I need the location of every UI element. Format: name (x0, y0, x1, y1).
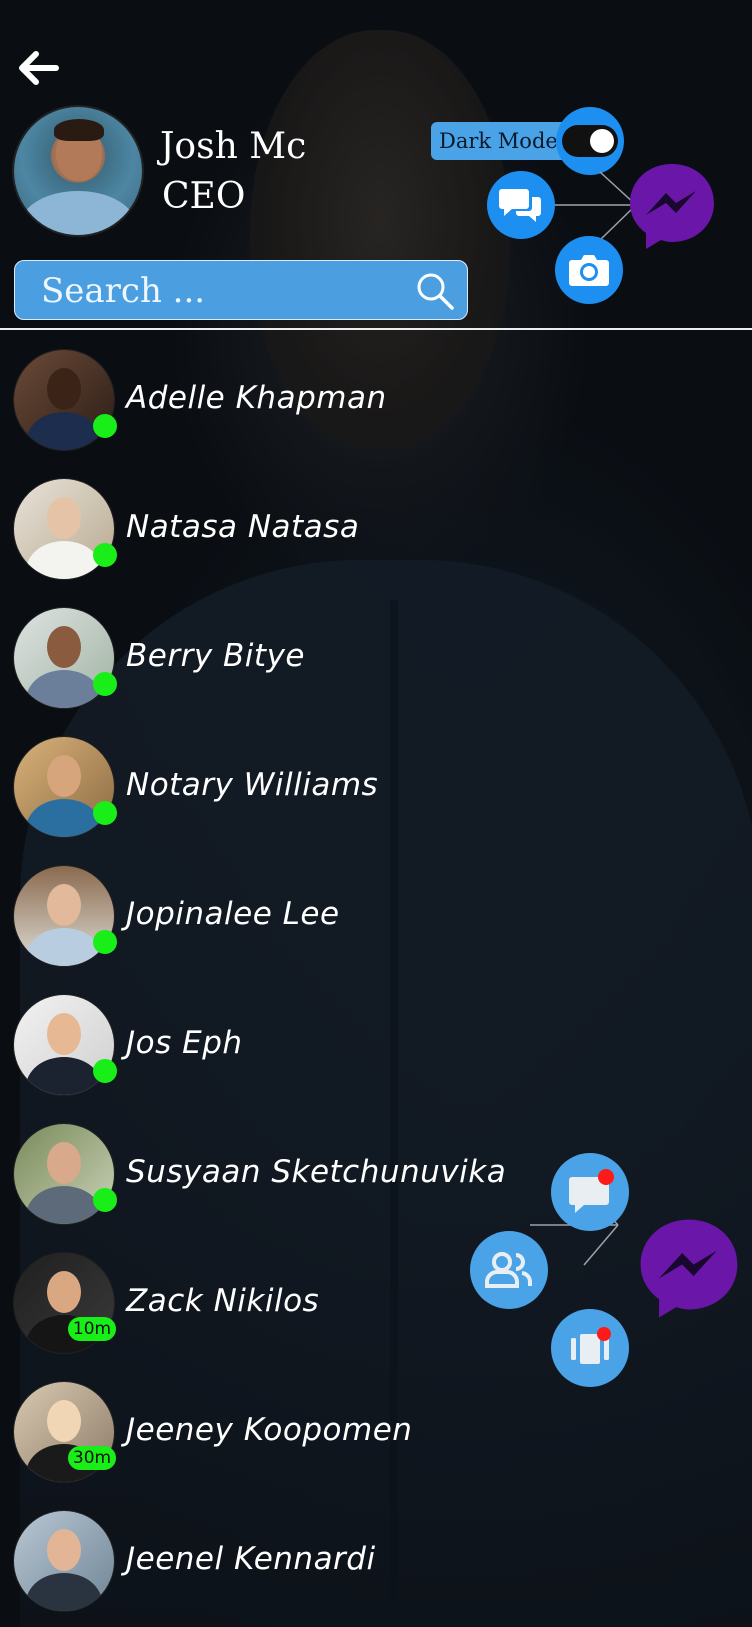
online-status-dot (93, 1188, 117, 1212)
contact-item[interactable]: Natasa Natasa (0, 475, 470, 585)
camera-icon (569, 255, 609, 286)
contact-name: Notary Williams (126, 767, 379, 803)
message-notification-icon (569, 1169, 614, 1213)
online-status-dot (93, 543, 117, 567)
contact-item[interactable]: Susyaan Sketchunuvika (0, 1120, 506, 1230)
contact-name: Natasa Natasa (126, 509, 360, 545)
online-status-dot (93, 672, 117, 696)
contact-item[interactable]: Berry Bitye (0, 604, 470, 714)
arrow-left-icon[interactable] (18, 50, 60, 86)
search-icon[interactable] (415, 271, 455, 311)
stories-notification-icon (571, 1327, 611, 1364)
last-seen-badge: 30m (68, 1446, 116, 1470)
contact-name: Adelle Khapman (126, 380, 387, 416)
contact-item[interactable]: 10m Zack Nikilos (0, 1249, 470, 1359)
online-status-dot (93, 1059, 117, 1083)
chat-bubbles-icon (499, 189, 541, 222)
contact-name: Jeeney Koopomen (126, 1412, 413, 1448)
contact-item[interactable]: Jos Eph (0, 991, 470, 1101)
contact-avatar (14, 1511, 114, 1611)
contact-item[interactable]: Jopinalee Lee (0, 862, 470, 972)
contact-item[interactable]: 30m Jeeney Koopomen (0, 1378, 470, 1488)
messenger-icon[interactable] (626, 160, 718, 252)
stories-button[interactable] (551, 1309, 629, 1387)
online-status-dot (93, 801, 117, 825)
contact-name: Berry Bitye (126, 638, 305, 674)
contact-name: Zack Nikilos (126, 1283, 320, 1319)
groups-button[interactable] (470, 1231, 548, 1309)
contact-item[interactable]: Adelle Khapman (0, 346, 470, 456)
contact-name: Susyaan Sketchunuvika (126, 1154, 507, 1190)
online-status-dot (93, 930, 117, 954)
camera-button[interactable] (555, 236, 623, 304)
last-seen-badge: 10m (68, 1317, 116, 1341)
contact-item[interactable]: Notary Williams (0, 733, 470, 843)
chat-button[interactable] (487, 171, 555, 239)
contact-name: Jopinalee Lee (126, 896, 340, 932)
messages-button[interactable] (551, 1153, 629, 1231)
divider (0, 328, 752, 330)
groups-icon (485, 1252, 533, 1288)
contact-name: Jos Eph (126, 1025, 243, 1061)
contact-item[interactable]: Jeenel Kennardi (0, 1507, 470, 1617)
toggle-knob (590, 129, 614, 153)
search-input[interactable] (39, 267, 413, 315)
online-status-dot (93, 414, 117, 438)
profile-role: CEO (162, 176, 246, 217)
dark-mode-toggle[interactable] (562, 125, 618, 157)
messenger-icon[interactable] (636, 1214, 742, 1322)
profile-name: Josh Mc (160, 126, 307, 167)
profile-avatar[interactable] (14, 107, 142, 235)
search-box (14, 260, 468, 320)
contact-name: Jeenel Kennardi (126, 1541, 376, 1577)
